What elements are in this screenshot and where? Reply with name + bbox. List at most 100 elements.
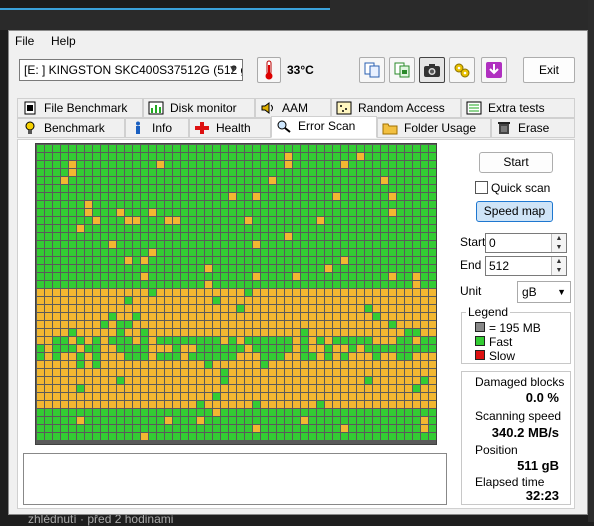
start-spinner[interactable]: ▲ ▼ [551,234,566,252]
scan-block [125,337,132,344]
scan-block [229,217,236,224]
scan-block [165,201,172,208]
scan-block [125,353,132,360]
scan-block [309,313,316,320]
screenshot-button[interactable] [419,57,445,83]
scan-block [157,425,164,432]
scan-block [277,217,284,224]
scan-block [253,433,260,440]
scan-block [341,273,348,280]
scan-block [269,361,276,368]
save-button[interactable] [481,57,507,83]
tab-erase[interactable]: Erase [491,118,575,138]
tab-health[interactable]: Health [189,118,271,138]
scan-block [221,353,228,360]
scan-block [381,377,388,384]
tab-strip: File Benchmark Disk monitor AAM Random A… [17,98,575,140]
scan-block [301,161,308,168]
scan-block [405,377,412,384]
scan-block [277,225,284,232]
scan-block [221,337,228,344]
scan-block [285,257,292,264]
copy-image-button[interactable] [389,57,415,83]
unit-select[interactable]: gB ▼ [517,281,571,303]
menu-file[interactable]: File [15,34,34,48]
scan-block [53,369,60,376]
scan-block [309,217,316,224]
scan-block [349,401,356,408]
scan-block [237,401,244,408]
tab-disk-monitor[interactable]: Disk monitor [143,98,255,118]
tab-info[interactable]: Info [125,118,189,138]
tab-file-benchmark[interactable]: File Benchmark [17,98,143,118]
scan-block [301,337,308,344]
tab-extra-tests[interactable]: Extra tests [461,98,575,118]
drive-select[interactable]: [E: ] KINGSTON SKC400S37512G (512 gl ▼ [19,59,243,81]
start-button[interactable]: Start [479,152,553,173]
start-field[interactable]: 0 ▲ ▼ [485,233,567,253]
tab-random-access[interactable]: Random Access [331,98,461,118]
scan-block [429,329,436,336]
menu-help[interactable]: Help [51,34,76,48]
scan-block [421,297,428,304]
scan-block [333,201,340,208]
scan-block [101,361,108,368]
tab-folder-usage[interactable]: Folder Usage [377,118,491,138]
tab-benchmark[interactable]: Benchmark [17,118,125,138]
scan-block [125,433,132,440]
scan-block [101,169,108,176]
tab-error-scan[interactable]: Error Scan [271,116,377,138]
end-field[interactable]: 512 ▲ ▼ [485,256,567,276]
scan-block [269,337,276,344]
scan-block [333,369,340,376]
scan-block [189,249,196,256]
scan-block [213,225,220,232]
scan-block [293,153,300,160]
scan-block [301,281,308,288]
scan-block [325,249,332,256]
scan-block [85,265,92,272]
exit-button[interactable]: Exit [523,57,575,83]
scan-block [173,257,180,264]
scan-block [237,177,244,184]
scan-block [389,233,396,240]
scan-block [293,193,300,200]
scan-block [149,289,156,296]
trash-icon [496,121,512,135]
scan-block [253,369,260,376]
quick-scan-checkbox[interactable] [475,181,488,194]
scan-block [309,241,316,248]
scan-block [53,225,60,232]
copy-text-button[interactable] [359,57,385,83]
scan-block [341,177,348,184]
scan-block [45,289,52,296]
scan-block [85,193,92,200]
scan-block [365,329,372,336]
scan-block [261,369,268,376]
scan-block [141,161,148,168]
scan-block [341,257,348,264]
tab-label: Error Scan [298,119,356,133]
speed-map-button[interactable]: Speed map [476,201,553,222]
tab-aam[interactable]: AAM [255,98,331,118]
scan-block [309,417,316,424]
end-spinner[interactable]: ▲ ▼ [551,257,566,275]
scan-block [301,417,308,424]
options-button[interactable] [449,57,475,83]
scan-block [261,321,268,328]
scan-block [205,353,212,360]
scan-block [381,225,388,232]
scan-block [245,425,252,432]
scan-block [397,145,404,152]
scan-block [341,161,348,168]
scan-block [173,345,180,352]
scan-block [293,233,300,240]
scan-block [237,209,244,216]
scan-block [301,185,308,192]
scan-block [189,385,196,392]
scan-block [149,361,156,368]
scan-block [117,169,124,176]
scan-block [341,233,348,240]
scan-block [397,313,404,320]
scan-block [165,433,172,440]
